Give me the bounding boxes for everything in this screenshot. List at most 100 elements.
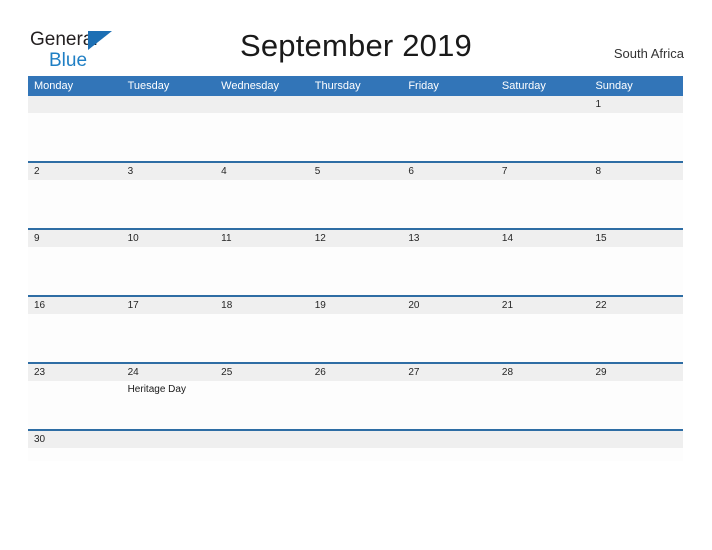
calendar-grid: Monday Tuesday Wednesday Thursday Friday… xyxy=(28,76,683,461)
day-cell[interactable] xyxy=(402,381,496,427)
day-number[interactable] xyxy=(402,96,496,113)
day-cell[interactable] xyxy=(28,314,122,360)
day-cell[interactable] xyxy=(496,381,590,427)
day-cell[interactable] xyxy=(496,180,590,226)
day-cell[interactable] xyxy=(28,448,122,459)
day-cell[interactable] xyxy=(402,314,496,360)
day-cell[interactable] xyxy=(309,448,403,459)
day-number[interactable]: 14 xyxy=(496,230,590,247)
day-number[interactable]: 16 xyxy=(28,297,122,314)
week-event-strip xyxy=(28,448,683,459)
day-number[interactable]: 30 xyxy=(28,431,122,448)
day-number[interactable]: 28 xyxy=(496,364,590,381)
day-cell[interactable] xyxy=(122,448,216,459)
day-cell[interactable] xyxy=(589,314,683,360)
day-cell[interactable] xyxy=(309,113,403,159)
day-number[interactable]: 7 xyxy=(496,163,590,180)
day-cell[interactable]: Heritage Day xyxy=(122,381,216,427)
day-number[interactable] xyxy=(402,431,496,448)
day-number[interactable]: 29 xyxy=(589,364,683,381)
day-cell[interactable] xyxy=(28,113,122,159)
weekday-header-monday: Monday xyxy=(34,80,74,92)
day-cell[interactable] xyxy=(402,247,496,293)
day-number[interactable] xyxy=(496,96,590,113)
day-number[interactable]: 27 xyxy=(402,364,496,381)
day-number[interactable]: 1 xyxy=(589,96,683,113)
day-cell[interactable] xyxy=(28,381,122,427)
day-cell[interactable] xyxy=(589,180,683,226)
day-number[interactable]: 11 xyxy=(215,230,309,247)
day-number[interactable]: 8 xyxy=(589,163,683,180)
day-cell[interactable] xyxy=(589,247,683,293)
day-number[interactable] xyxy=(28,96,122,113)
week-row: 9 10 11 12 13 14 15 xyxy=(28,228,683,295)
day-cell[interactable] xyxy=(215,247,309,293)
day-cell[interactable] xyxy=(309,381,403,427)
day-cell[interactable] xyxy=(309,180,403,226)
day-cell[interactable] xyxy=(496,314,590,360)
day-number[interactable]: 23 xyxy=(28,364,122,381)
day-cell[interactable] xyxy=(309,314,403,360)
day-cell[interactable] xyxy=(589,448,683,459)
day-number[interactable]: 2 xyxy=(28,163,122,180)
day-cell[interactable] xyxy=(589,113,683,159)
day-cell[interactable] xyxy=(496,448,590,459)
day-cell[interactable] xyxy=(215,180,309,226)
day-cell[interactable] xyxy=(28,180,122,226)
day-number[interactable] xyxy=(215,431,309,448)
day-number[interactable] xyxy=(215,96,309,113)
day-cell[interactable] xyxy=(122,314,216,360)
day-cell[interactable] xyxy=(215,113,309,159)
day-number[interactable] xyxy=(122,96,216,113)
day-cell[interactable] xyxy=(496,113,590,159)
week-event-strip: Heritage Day xyxy=(28,381,683,427)
weekday-header-saturday: Saturday xyxy=(501,80,546,92)
day-cell[interactable] xyxy=(122,180,216,226)
day-cell[interactable] xyxy=(402,448,496,459)
week-date-strip: 2 3 4 5 6 7 8 xyxy=(28,163,683,180)
day-cell[interactable] xyxy=(28,247,122,293)
day-cell[interactable] xyxy=(215,448,309,459)
week-event-strip xyxy=(28,247,683,293)
day-number[interactable]: 5 xyxy=(309,163,403,180)
week-date-strip: 23 24 25 26 27 28 29 xyxy=(28,364,683,381)
day-number[interactable]: 17 xyxy=(122,297,216,314)
day-number[interactable] xyxy=(122,431,216,448)
day-number[interactable]: 22 xyxy=(589,297,683,314)
day-number[interactable]: 4 xyxy=(215,163,309,180)
day-number[interactable] xyxy=(309,431,403,448)
day-number[interactable]: 19 xyxy=(309,297,403,314)
week-date-strip: 30 xyxy=(28,431,683,448)
week-row: 23 24 25 26 27 28 29 Heritage Day xyxy=(28,362,683,429)
day-cell[interactable] xyxy=(215,314,309,360)
day-number[interactable]: 6 xyxy=(402,163,496,180)
day-number[interactable]: 21 xyxy=(496,297,590,314)
day-number[interactable]: 24 xyxy=(122,364,216,381)
day-number[interactable]: 18 xyxy=(215,297,309,314)
day-number[interactable]: 9 xyxy=(28,230,122,247)
day-number[interactable] xyxy=(589,431,683,448)
day-number[interactable] xyxy=(309,96,403,113)
week-event-strip xyxy=(28,314,683,360)
day-number[interactable]: 10 xyxy=(122,230,216,247)
day-number[interactable] xyxy=(496,431,590,448)
day-number[interactable]: 26 xyxy=(309,364,403,381)
day-cell[interactable] xyxy=(496,247,590,293)
day-cell[interactable] xyxy=(215,381,309,427)
event-label: Heritage Day xyxy=(127,384,186,395)
day-number[interactable]: 12 xyxy=(309,230,403,247)
day-number[interactable]: 25 xyxy=(215,364,309,381)
day-cell[interactable] xyxy=(309,247,403,293)
day-cell[interactable] xyxy=(122,113,216,159)
day-number[interactable]: 15 xyxy=(589,230,683,247)
day-cell[interactable] xyxy=(402,113,496,159)
weekday-header-row: Monday Tuesday Wednesday Thursday Friday… xyxy=(28,76,683,96)
day-number[interactable]: 3 xyxy=(122,163,216,180)
day-number[interactable]: 20 xyxy=(402,297,496,314)
weekday-header-wednesday: Wednesday xyxy=(221,80,280,92)
day-cell[interactable] xyxy=(122,247,216,293)
day-number[interactable]: 13 xyxy=(402,230,496,247)
day-cell[interactable] xyxy=(402,180,496,226)
region-label: South Africa xyxy=(613,46,684,61)
day-cell[interactable] xyxy=(589,381,683,427)
